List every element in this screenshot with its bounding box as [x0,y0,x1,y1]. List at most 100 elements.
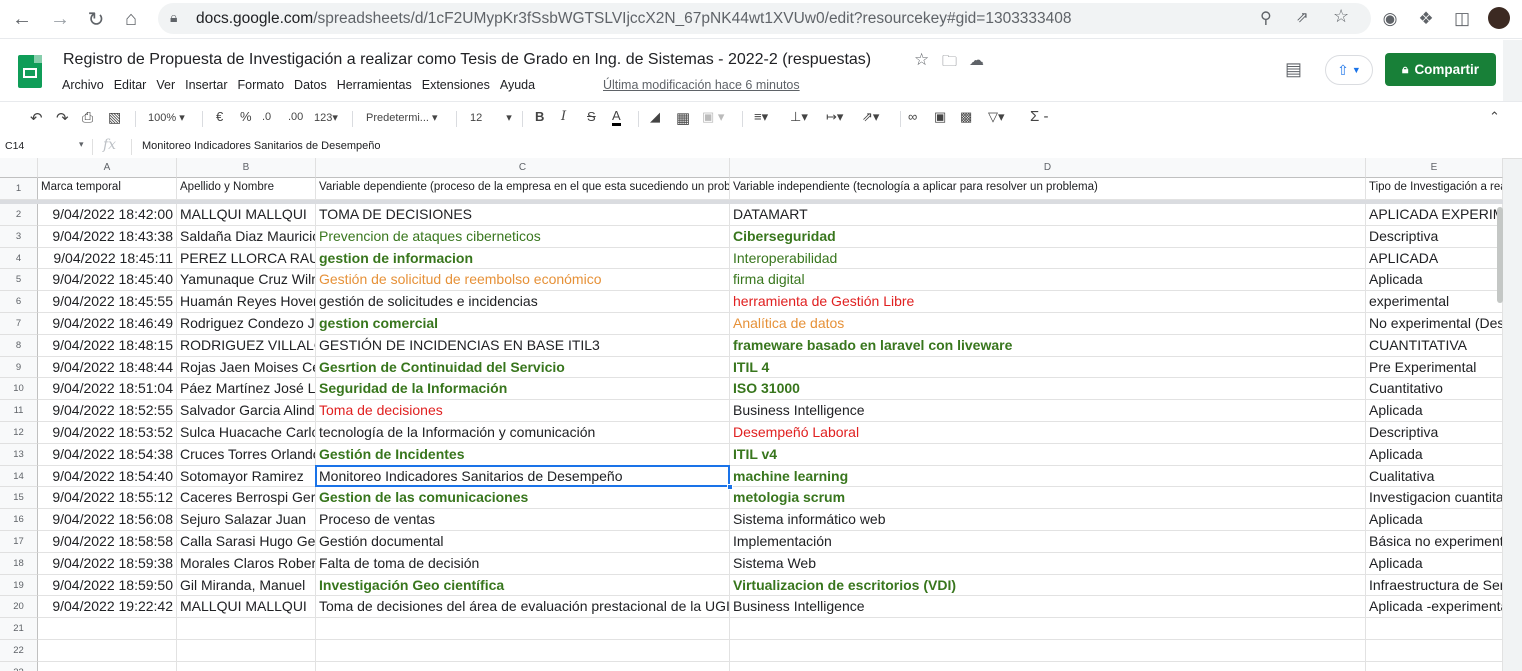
comment-history-icon[interactable]: ▤ [1285,59,1302,80]
cell-col-b[interactable]: Páez Martínez José Luis [177,378,316,401]
fill-handle[interactable] [727,484,733,491]
cell-col-e[interactable]: Descriptiva [1366,225,1503,248]
menu-herramientas[interactable]: Herramientas [337,78,412,92]
row-header[interactable]: 21 [0,618,38,640]
home-icon[interactable]: ⌂ [117,5,145,33]
font-size-select[interactable]: 12 ▾ [470,111,512,124]
cell-col-b[interactable]: Yamunaque Cruz Wilmer [177,269,316,292]
cell-col-d[interactable]: Sistema Web [730,552,1366,575]
cell-col-e[interactable]: Aplicada [1366,269,1503,292]
cell-col-d[interactable]: herramienta de Gestión Libre [730,291,1366,313]
back-arrow-icon[interactable]: ← [8,5,36,33]
last-edit-link[interactable]: Última modificación hace 6 minutos [603,78,800,92]
decrease-decimal-button[interactable]: .0 [262,111,271,123]
cell-col-d[interactable]: metologia scrum [730,487,1366,510]
menu-archivo[interactable]: Archivo [62,78,104,92]
cell-col-b[interactable]: PEREZ LLORCA RAUL [177,247,316,270]
column-header-a[interactable]: A [38,158,177,178]
cell-col-e[interactable]: Pre Experimental [1366,356,1503,379]
empty-cell[interactable] [177,661,316,671]
column-header-c[interactable]: C [316,158,730,178]
menu-editar[interactable]: Editar [114,78,147,92]
cell-col-a[interactable]: 9/04/2022 18:58:58 [38,531,177,553]
menu-ayuda[interactable]: Ayuda [500,78,535,92]
cell-col-c[interactable]: GESTIÓN DE INCIDENCIAS EN BASE ITIL3 [316,334,730,357]
star-icon[interactable]: ☆ [1333,6,1349,27]
forward-arrow-icon[interactable]: → [46,5,74,33]
paint-format-icon[interactable]: ▧ [108,109,121,126]
row-header[interactable]: 2 [0,204,38,226]
row-header[interactable]: 11 [0,400,38,422]
cell-col-e[interactable]: Aplicada [1366,552,1503,575]
merge-cells-icon[interactable]: ▣ ▾ [702,109,724,125]
sheets-logo-icon[interactable] [18,55,42,88]
cell-col-e[interactable]: Investigacion cuantitativa [1366,487,1503,510]
row-header[interactable]: 23 [0,661,38,671]
empty-cell[interactable] [1366,661,1503,671]
cell-col-c[interactable]: Toma de decisiones [316,400,730,422]
cell-col-b[interactable]: Saldaña Diaz Mauricio [177,225,316,248]
move-folder-icon[interactable]: 🗀︎ [942,51,957,76]
cell-col-a[interactable]: 9/04/2022 18:45:55 [38,291,177,313]
row-header[interactable]: 8 [0,334,38,357]
cell-col-a[interactable]: 9/04/2022 19:22:42 [38,596,177,619]
zoom-select[interactable]: 100% ▾ [148,111,185,124]
cell-col-b[interactable]: Calla Sarasi Hugo Gerson [177,531,316,553]
cell-col-a[interactable]: 9/04/2022 18:59:38 [38,552,177,575]
row-header[interactable]: 13 [0,443,38,466]
url-text[interactable]: docs.google.com/spreadsheets/d/1cF2UMypK… [196,10,1072,28]
cell-col-d[interactable]: Interoperabilidad [730,247,1366,270]
empty-cell[interactable] [316,661,730,671]
empty-cell[interactable] [38,661,177,671]
row-header[interactable]: 4 [0,247,38,270]
row-header[interactable]: 16 [0,509,38,531]
cloud-status-icon[interactable]: ☁︎ [969,51,984,69]
empty-cell[interactable] [316,640,730,662]
chevron-down-icon[interactable]: ▾ [79,139,84,150]
empty-cell[interactable] [1366,618,1503,640]
puzzle-icon[interactable]: ❖ [1412,5,1440,33]
column-header-e[interactable]: E [1366,158,1503,178]
cell-col-c[interactable]: Gestión de Incidentes [316,443,730,466]
cell-col-e[interactable]: Aplicada [1366,509,1503,531]
row-header[interactable]: 5 [0,269,38,292]
cell-col-a[interactable]: 9/04/2022 18:54:38 [38,443,177,466]
cell-col-b[interactable]: Sulca Huacache Carlos [177,422,316,444]
header-cell-col-c[interactable]: Variable dependiente (proceso de la empr… [316,178,730,200]
cell-col-e[interactable]: Infraestructura de Servicios [1366,574,1503,597]
cell-col-a[interactable]: 9/04/2022 18:51:04 [38,378,177,401]
cell-col-a[interactable]: 9/04/2022 18:48:44 [38,356,177,379]
cell-col-c[interactable]: Falta de toma de decisión [316,552,730,575]
row-header[interactable]: 14 [0,465,38,488]
row-header[interactable]: 18 [0,552,38,575]
cell-col-d[interactable]: Business Intelligence [730,596,1366,619]
undo-icon[interactable]: ↶ [30,109,43,127]
menu-extensiones[interactable]: Extensiones [422,78,490,92]
cell-col-e[interactable]: experimental [1366,291,1503,313]
cell-col-d[interactable]: ITIL v4 [730,443,1366,466]
column-header-d[interactable]: D [730,158,1366,178]
empty-cell[interactable] [730,618,1366,640]
cell-col-a[interactable]: 9/04/2022 18:46:49 [38,313,177,335]
currency-button[interactable]: € [216,109,223,124]
cell-col-d[interactable]: ITIL 4 [730,356,1366,379]
cell-col-e[interactable]: Cuantitativo [1366,378,1503,401]
cell-col-c[interactable]: Gestión de solicitud de reembolso económ… [316,269,730,292]
row-header[interactable]: 1 [0,178,38,200]
cell-col-c[interactable]: Gestión documental [316,531,730,553]
column-header-b[interactable]: B [177,158,316,178]
row-header[interactable]: 22 [0,640,38,662]
cell-col-b[interactable]: Sejuro Salazar Juan [177,509,316,531]
row-header[interactable]: 3 [0,225,38,248]
header-cell-col-b[interactable]: Apellido y Nombre [177,178,316,200]
vertical-align-icon[interactable]: ⊥▾ [790,109,808,125]
cell-col-b[interactable]: Gil Miranda, Manuel [177,574,316,597]
cell-col-a[interactable]: 9/04/2022 18:45:11 [38,247,177,270]
cell-col-c[interactable]: Gestion de las comunicaciones [316,487,730,510]
cell-col-c[interactable]: tecnología de la Información y comunicac… [316,422,730,444]
empty-cell[interactable] [730,661,1366,671]
print-icon[interactable]: ⎙ [82,109,93,126]
cell-col-b[interactable]: Salvador Garcia Alindor [177,400,316,422]
empty-cell[interactable] [38,618,177,640]
row-header[interactable]: 19 [0,574,38,597]
